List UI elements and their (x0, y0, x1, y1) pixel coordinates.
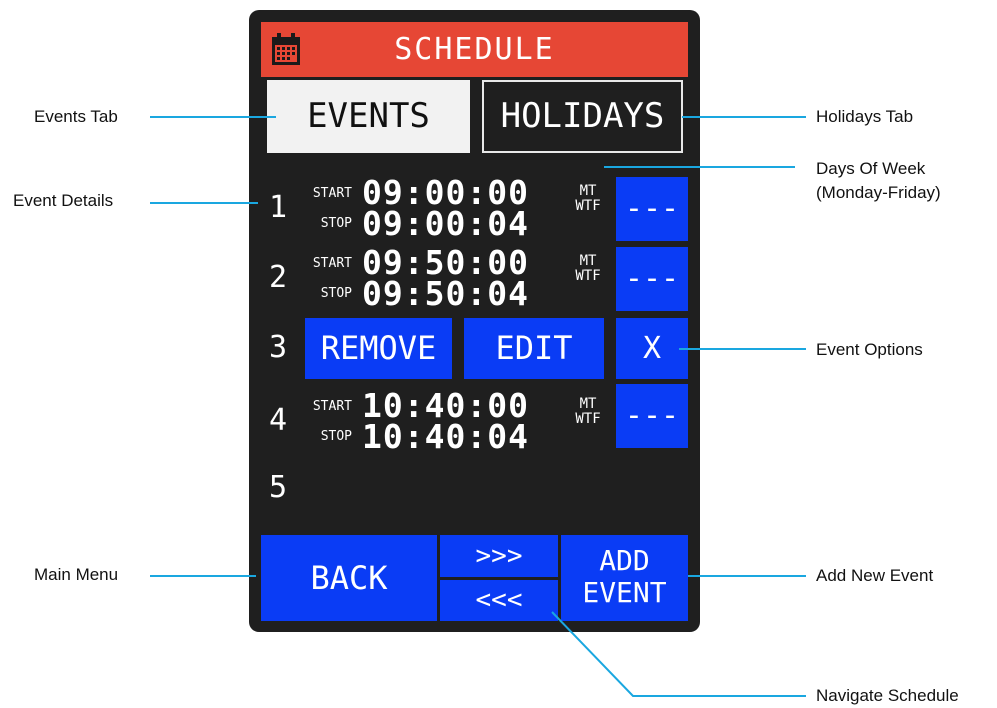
callout-main-menu: Main Menu (34, 565, 119, 584)
callout-events-tab: Events Tab (34, 107, 118, 126)
callout-event-options: Event Options (816, 340, 923, 359)
callout-event-details: Event Details (13, 191, 114, 210)
callout-add-new-event: Add New Event (816, 566, 934, 585)
callout-days-of-week: Days Of Week (Monday-Friday) (816, 157, 941, 205)
callout-holidays-tab: Holidays Tab (816, 107, 914, 126)
callout-navigate-schedule: Navigate Schedule (816, 686, 959, 705)
callout-days-line-2: (Monday-Friday) (816, 183, 941, 202)
callout-days-line-1: Days Of Week (816, 159, 926, 178)
